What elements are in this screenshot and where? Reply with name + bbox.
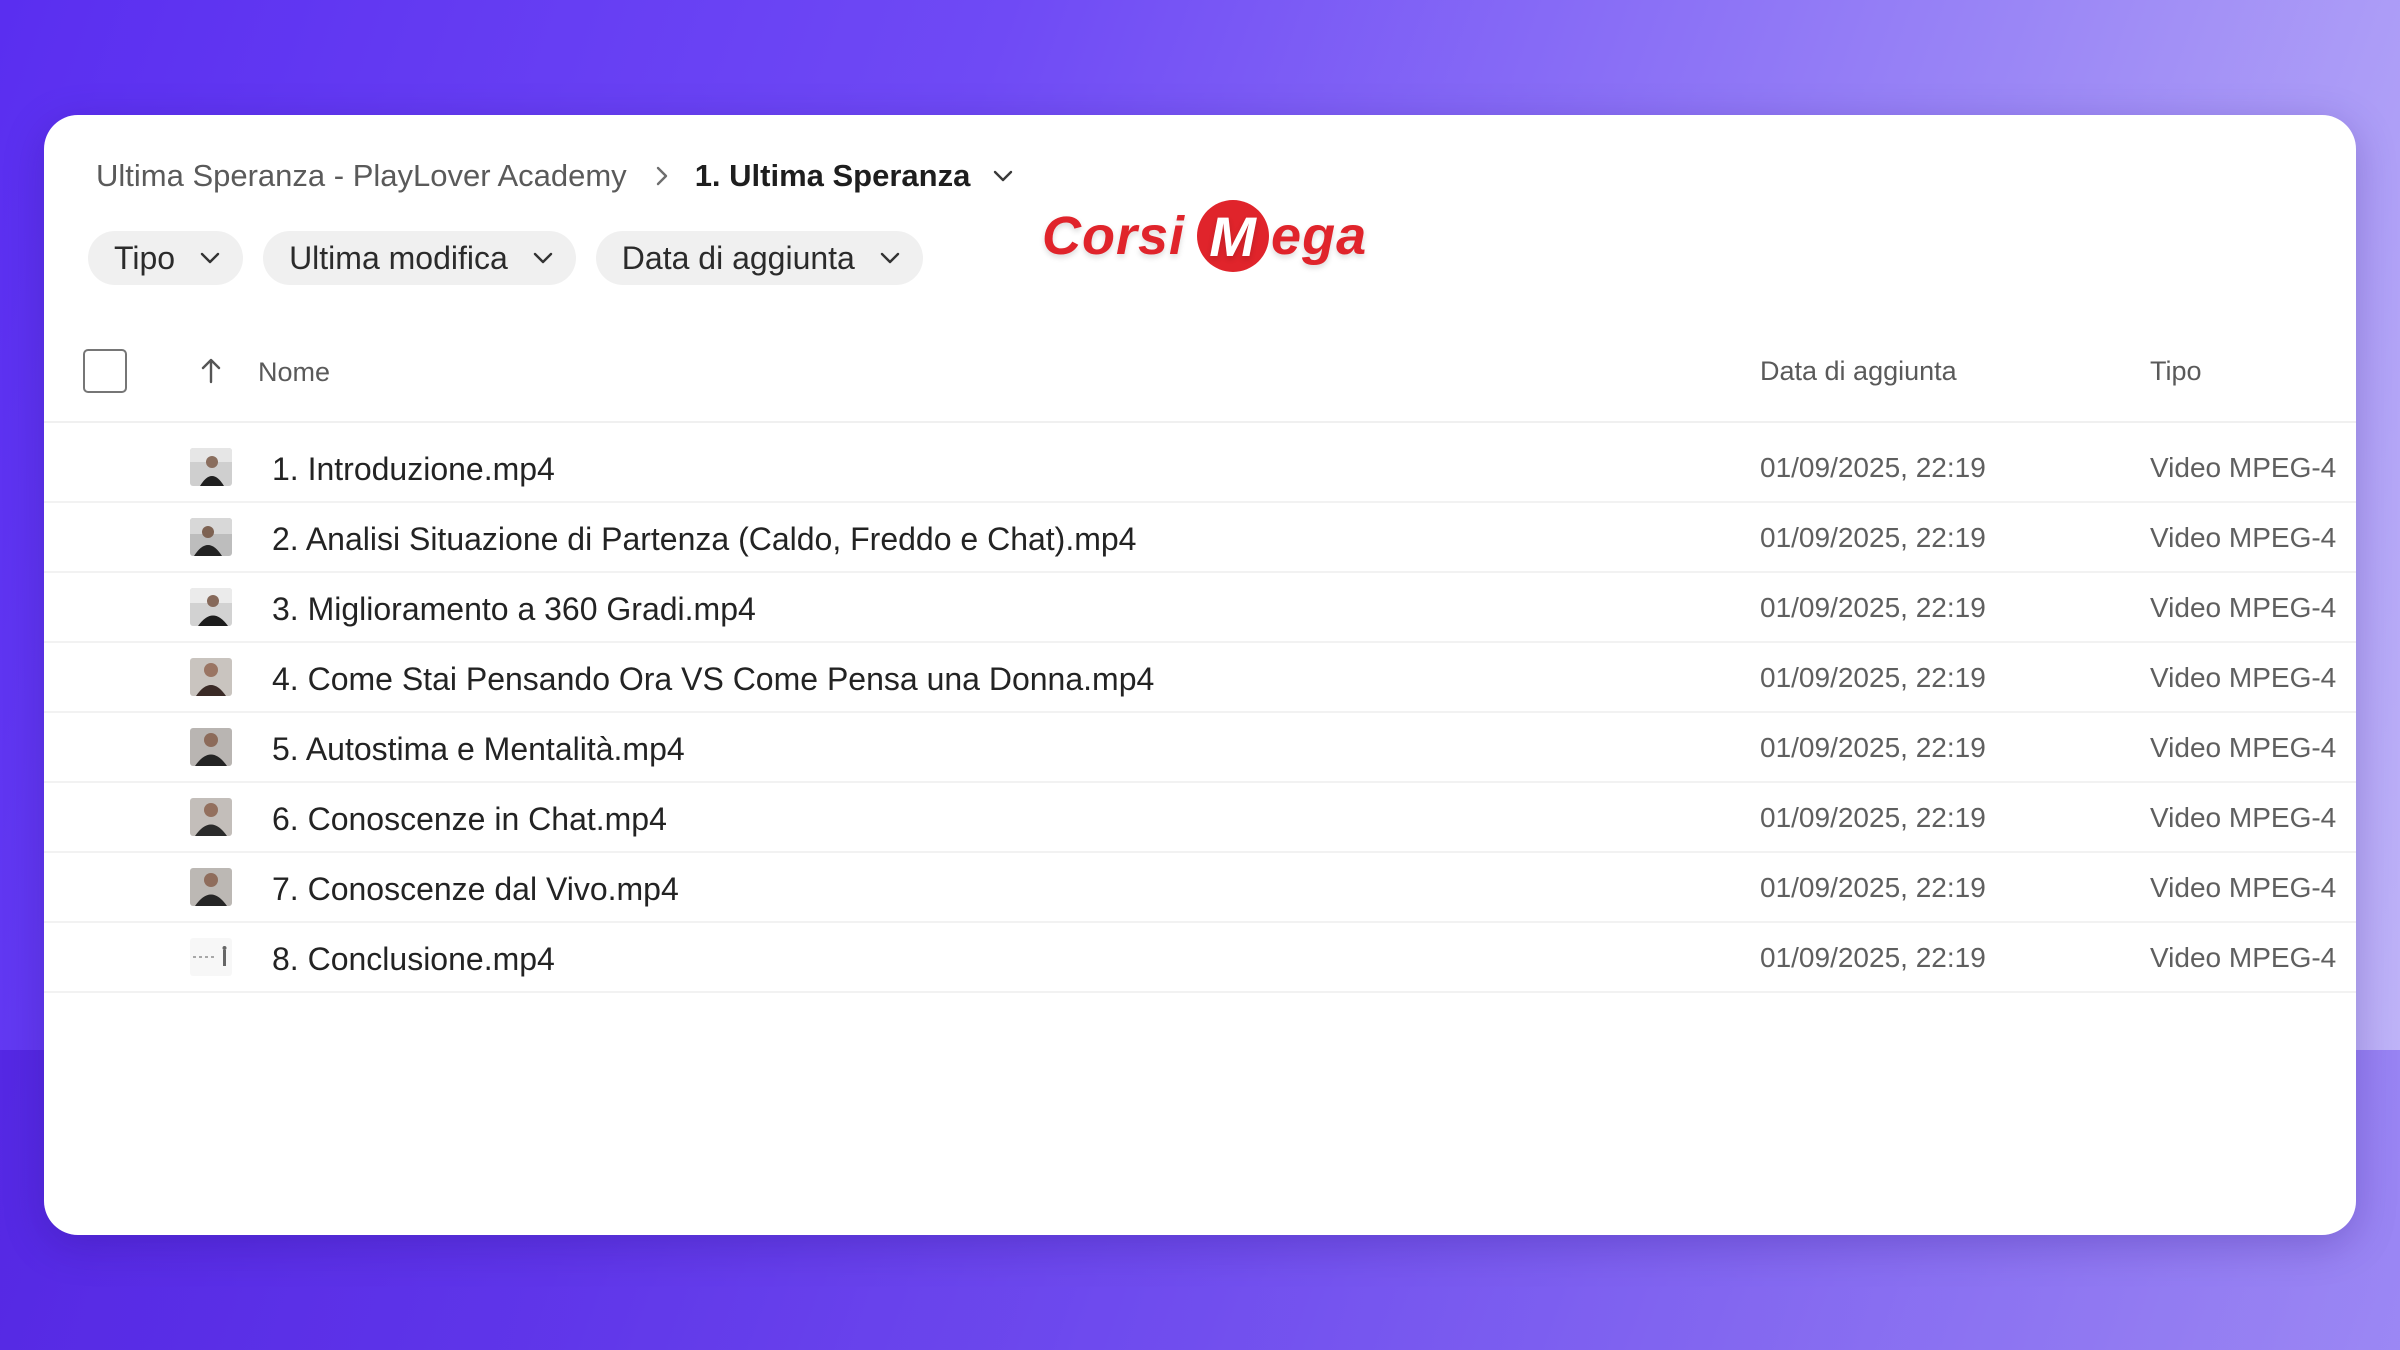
table-row[interactable]: 1. Introduzione.mp4 01/09/2025, 22:19 Vi… (44, 433, 2356, 503)
file-date: 01/09/2025, 22:19 (1760, 942, 1986, 973)
filter-data-di-aggiunta[interactable]: Data di aggiunta (595, 231, 923, 285)
video-thumbnail-icon (190, 938, 232, 976)
chevron-down-icon[interactable] (992, 169, 1014, 183)
file-name: 3. Miglioramento a 360 Gradi.mp4 (272, 591, 756, 627)
breadcrumb-current[interactable]: 1. Ultima Speranza (695, 158, 971, 194)
file-type: Video MPEG-4 (2150, 452, 2337, 483)
chevron-right-icon (655, 165, 669, 187)
chevron-down-icon (532, 251, 554, 265)
table-row[interactable]: 6. Conoscenze in Chat.mp4 01/09/2025, 22… (44, 783, 2356, 853)
breadcrumb: Ultima Speranza - PlayLover Academy 1. U… (96, 151, 1014, 201)
filter-tipo[interactable]: Tipo (88, 231, 244, 285)
logo-suffix: ega (1271, 206, 1368, 266)
filter-label: Tipo (114, 239, 176, 276)
chevron-down-icon (879, 251, 901, 265)
logo-prefix: Corsi (1042, 206, 1186, 266)
file-date: 01/09/2025, 22:19 (1760, 732, 1986, 763)
file-name: 4. Come Stai Pensando Ora VS Come Pensa … (272, 661, 1155, 697)
corsi-mega-logo: Corsi M ega (1042, 191, 1367, 281)
video-thumbnail-icon (190, 658, 232, 696)
file-name: 5. Autostima e Mentalità.mp4 (272, 731, 685, 767)
file-date: 01/09/2025, 22:19 (1760, 662, 1986, 693)
column-header-date-added[interactable]: Data di aggiunta (1760, 356, 1957, 387)
file-date: 01/09/2025, 22:19 (1760, 872, 1986, 903)
video-thumbnail-icon (190, 588, 232, 626)
file-name: 7. Conoscenze dal Vivo.mp4 (272, 871, 679, 907)
file-type: Video MPEG-4 (2150, 662, 2337, 693)
sort-ascending-icon[interactable] (200, 357, 222, 385)
filter-ultima-modifica[interactable]: Ultima modifica (263, 231, 576, 285)
table-row[interactable]: 7. Conoscenze dal Vivo.mp4 01/09/2025, 2… (44, 853, 2356, 923)
column-header-type[interactable]: Tipo (2150, 356, 2202, 387)
video-thumbnail-icon (190, 448, 232, 486)
table-row[interactable]: 8. Conclusione.mp4 01/09/2025, 22:19 Vid… (44, 923, 2356, 993)
video-thumbnail-icon (190, 868, 232, 906)
file-type: Video MPEG-4 (2150, 522, 2337, 553)
file-list: 1. Introduzione.mp4 01/09/2025, 22:19 Vi… (44, 433, 2356, 993)
file-type: Video MPEG-4 (2150, 732, 2337, 763)
logo-m-circle: M (1197, 200, 1270, 272)
file-type: Video MPEG-4 (2150, 942, 2337, 973)
file-name: 2. Analisi Situazione di Partenza (Caldo… (272, 521, 1137, 557)
file-name: 8. Conclusione.mp4 (272, 941, 555, 977)
video-thumbnail-icon (190, 798, 232, 836)
breadcrumb-parent[interactable]: Ultima Speranza - PlayLover Academy (96, 158, 627, 194)
file-type: Video MPEG-4 (2150, 592, 2337, 623)
file-browser-panel: Ultima Speranza - PlayLover Academy 1. U… (44, 115, 2356, 1235)
filter-label: Data di aggiunta (621, 239, 855, 276)
file-name: 6. Conoscenze in Chat.mp4 (272, 801, 667, 837)
file-name: 1. Introduzione.mp4 (272, 451, 555, 487)
file-type: Video MPEG-4 (2150, 802, 2337, 833)
table-header: Nome Data di aggiunta Tipo (44, 325, 2356, 423)
file-date: 01/09/2025, 22:19 (1760, 522, 1986, 553)
video-thumbnail-icon (190, 518, 232, 556)
filter-label: Ultima modifica (289, 239, 508, 276)
table-row[interactable]: 3. Miglioramento a 360 Gradi.mp4 01/09/2… (44, 573, 2356, 643)
file-date: 01/09/2025, 22:19 (1760, 802, 1986, 833)
file-date: 01/09/2025, 22:19 (1760, 452, 1986, 483)
filter-bar: Tipo Ultima modifica Data di aggiunta (88, 231, 923, 285)
chevron-down-icon (199, 251, 221, 265)
table-row[interactable]: 2. Analisi Situazione di Partenza (Caldo… (44, 503, 2356, 573)
column-header-name[interactable]: Nome (258, 357, 330, 388)
table-row[interactable]: 4. Come Stai Pensando Ora VS Come Pensa … (44, 643, 2356, 713)
file-type: Video MPEG-4 (2150, 872, 2337, 903)
select-all-checkbox[interactable] (83, 349, 127, 393)
file-date: 01/09/2025, 22:19 (1760, 592, 1986, 623)
table-row[interactable]: 5. Autostima e Mentalità.mp4 01/09/2025,… (44, 713, 2356, 783)
video-thumbnail-icon (190, 728, 232, 766)
